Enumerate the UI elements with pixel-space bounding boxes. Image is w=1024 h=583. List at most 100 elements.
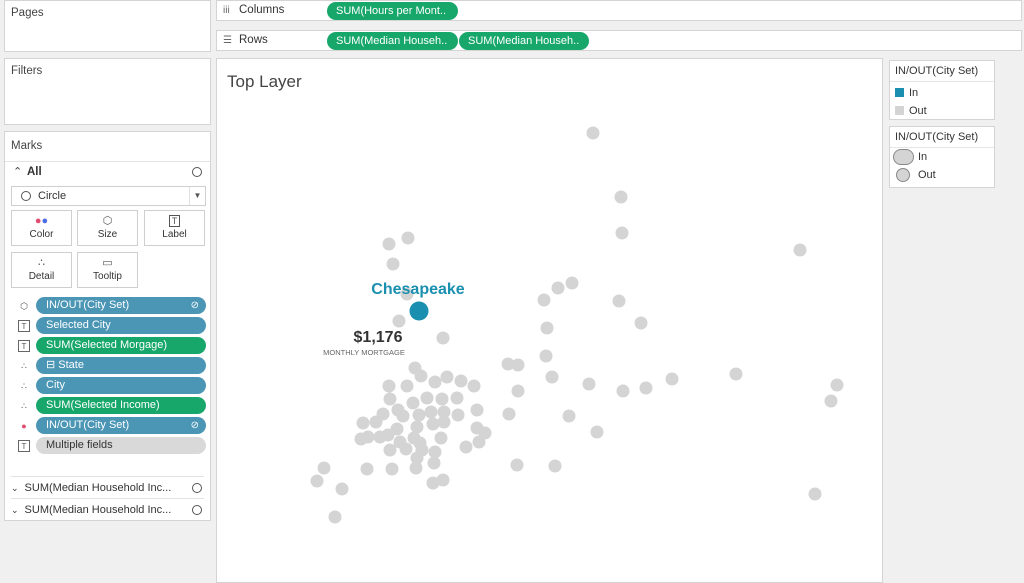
data-point-out[interactable] — [420, 391, 434, 405]
marks-card-median-1[interactable]: ⌄ SUM(Median Household Inc... — [11, 476, 204, 498]
expand-chevron-icon[interactable]: ⌄ — [11, 483, 19, 493]
marks-pill[interactable]: SUM(Selected Morgage) — [36, 337, 206, 354]
mark-type-select[interactable]: Circle ▼ — [11, 186, 206, 206]
data-point-out[interactable] — [414, 369, 428, 383]
data-point-out[interactable] — [511, 358, 525, 372]
data-point-out[interactable] — [459, 440, 473, 454]
data-point-out[interactable] — [406, 396, 420, 410]
data-point-out[interactable] — [361, 430, 375, 444]
view-panel[interactable]: Top Layer Chesapeake $1,176 MONTHLY MORT… — [216, 58, 883, 583]
label-button[interactable]: T Label — [144, 210, 205, 246]
data-point-out[interactable] — [437, 415, 451, 429]
data-point-out[interactable] — [582, 377, 596, 391]
data-point-out[interactable] — [639, 381, 653, 395]
columns-pill-hours[interactable]: SUM(Hours per Mont.. — [327, 2, 458, 20]
data-point-out[interactable] — [386, 257, 400, 271]
size-legend[interactable]: IN/OUT(City Set) In Out — [889, 126, 995, 188]
data-point-out[interactable] — [539, 349, 553, 363]
marks-all-row[interactable]: ⌃ All — [5, 161, 210, 183]
data-point-out[interactable] — [424, 405, 438, 419]
data-point-out[interactable] — [401, 231, 415, 245]
size-button[interactable]: ⬡ Size — [77, 210, 138, 246]
data-point-out[interactable] — [328, 510, 342, 524]
data-point-out[interactable] — [392, 314, 406, 328]
data-point-out[interactable] — [410, 451, 424, 465]
data-point-out[interactable] — [440, 370, 454, 384]
collapse-chevron-icon[interactable]: ⌃ — [13, 165, 22, 178]
data-point-out[interactable] — [451, 408, 465, 422]
data-point-in[interactable] — [409, 301, 429, 321]
data-point-out[interactable] — [565, 276, 579, 290]
tooltip-button[interactable]: ▭ Tooltip — [77, 252, 138, 288]
color-legend[interactable]: IN/OUT(City Set) In Out — [889, 60, 995, 120]
data-point-out[interactable] — [562, 409, 576, 423]
color-button[interactable]: ●● Color — [11, 210, 72, 246]
data-point-out[interactable] — [383, 443, 397, 457]
size-legend-in[interactable]: In — [890, 148, 994, 166]
marks-card-median-2[interactable]: ⌄ SUM(Median Household Inc... — [11, 498, 204, 520]
data-point-out[interactable] — [317, 461, 331, 475]
data-point-out[interactable] — [410, 420, 424, 434]
data-point-out[interactable] — [385, 462, 399, 476]
data-point-out[interactable] — [381, 428, 395, 442]
data-point-out[interactable] — [436, 473, 450, 487]
data-point-out[interactable] — [434, 431, 448, 445]
data-point-out[interactable] — [450, 391, 464, 405]
data-point-out[interactable] — [356, 416, 370, 430]
marks-pill[interactable]: IN/OUT(City Set) ⊘ — [36, 417, 206, 434]
data-point-out[interactable] — [634, 316, 648, 330]
marks-pill[interactable]: ⊟ State — [36, 357, 206, 374]
data-point-out[interactable] — [310, 474, 324, 488]
marks-pill[interactable]: Multiple fields — [36, 437, 206, 454]
color-legend-out[interactable]: Out — [890, 102, 994, 120]
detail-button[interactable]: ∴ Detail — [11, 252, 72, 288]
marks-pill[interactable]: SUM(Selected Income) — [36, 397, 206, 414]
dropdown-arrow-icon[interactable]: ▼ — [189, 187, 205, 205]
data-point-out[interactable] — [793, 243, 807, 257]
data-point-out[interactable] — [511, 384, 525, 398]
data-point-out[interactable] — [551, 281, 565, 295]
data-point-out[interactable] — [510, 458, 524, 472]
data-point-out[interactable] — [612, 294, 626, 308]
data-point-out[interactable] — [615, 226, 629, 240]
color-legend-in[interactable]: In — [890, 84, 994, 102]
data-point-out[interactable] — [614, 190, 628, 204]
data-point-out[interactable] — [369, 415, 383, 429]
columns-shelf[interactable]: iii Columns SUM(Hours per Mont.. — [216, 0, 1022, 21]
marks-pill[interactable]: IN/OUT(City Set) ⊘ — [36, 297, 206, 314]
marks-pill[interactable]: City — [36, 377, 206, 394]
data-point-out[interactable] — [360, 462, 374, 476]
rows-pill-median-1[interactable]: SUM(Median Househ.. — [327, 32, 458, 50]
data-point-out[interactable] — [428, 445, 442, 459]
data-point-out[interactable] — [540, 321, 554, 335]
rows-pill-median-2[interactable]: SUM(Median Househ.. — [459, 32, 589, 50]
data-point-out[interactable] — [396, 409, 410, 423]
data-point-out[interactable] — [435, 392, 449, 406]
data-point-out[interactable] — [427, 456, 441, 470]
data-point-out[interactable] — [586, 126, 600, 140]
data-point-out[interactable] — [335, 482, 349, 496]
data-point-out[interactable] — [382, 379, 396, 393]
marks-pill[interactable]: Selected City — [36, 317, 206, 334]
data-point-out[interactable] — [537, 293, 551, 307]
expand-chevron-icon[interactable]: ⌄ — [11, 505, 19, 515]
data-point-out[interactable] — [729, 367, 743, 381]
data-point-out[interactable] — [545, 370, 559, 384]
data-point-out[interactable] — [436, 331, 450, 345]
size-legend-out[interactable]: Out — [890, 166, 994, 184]
scatter-chart[interactable]: Top Layer Chesapeake $1,176 MONTHLY MORT… — [217, 59, 883, 583]
data-point-out[interactable] — [472, 435, 486, 449]
data-point-out[interactable] — [808, 487, 822, 501]
data-point-out[interactable] — [830, 378, 844, 392]
data-point-out[interactable] — [824, 394, 838, 408]
data-point-out[interactable] — [400, 379, 414, 393]
data-point-out[interactable] — [399, 442, 413, 456]
data-point-out[interactable] — [470, 403, 484, 417]
data-point-out[interactable] — [467, 379, 481, 393]
data-point-out[interactable] — [412, 408, 426, 422]
data-point-out[interactable] — [502, 407, 516, 421]
data-point-out[interactable] — [428, 375, 442, 389]
scatter-points[interactable] — [310, 126, 844, 524]
rows-shelf[interactable]: ☰ Rows SUM(Median Househ.. SUM(Median Hou… — [216, 30, 1022, 51]
filters-panel[interactable]: Filters — [4, 58, 211, 125]
